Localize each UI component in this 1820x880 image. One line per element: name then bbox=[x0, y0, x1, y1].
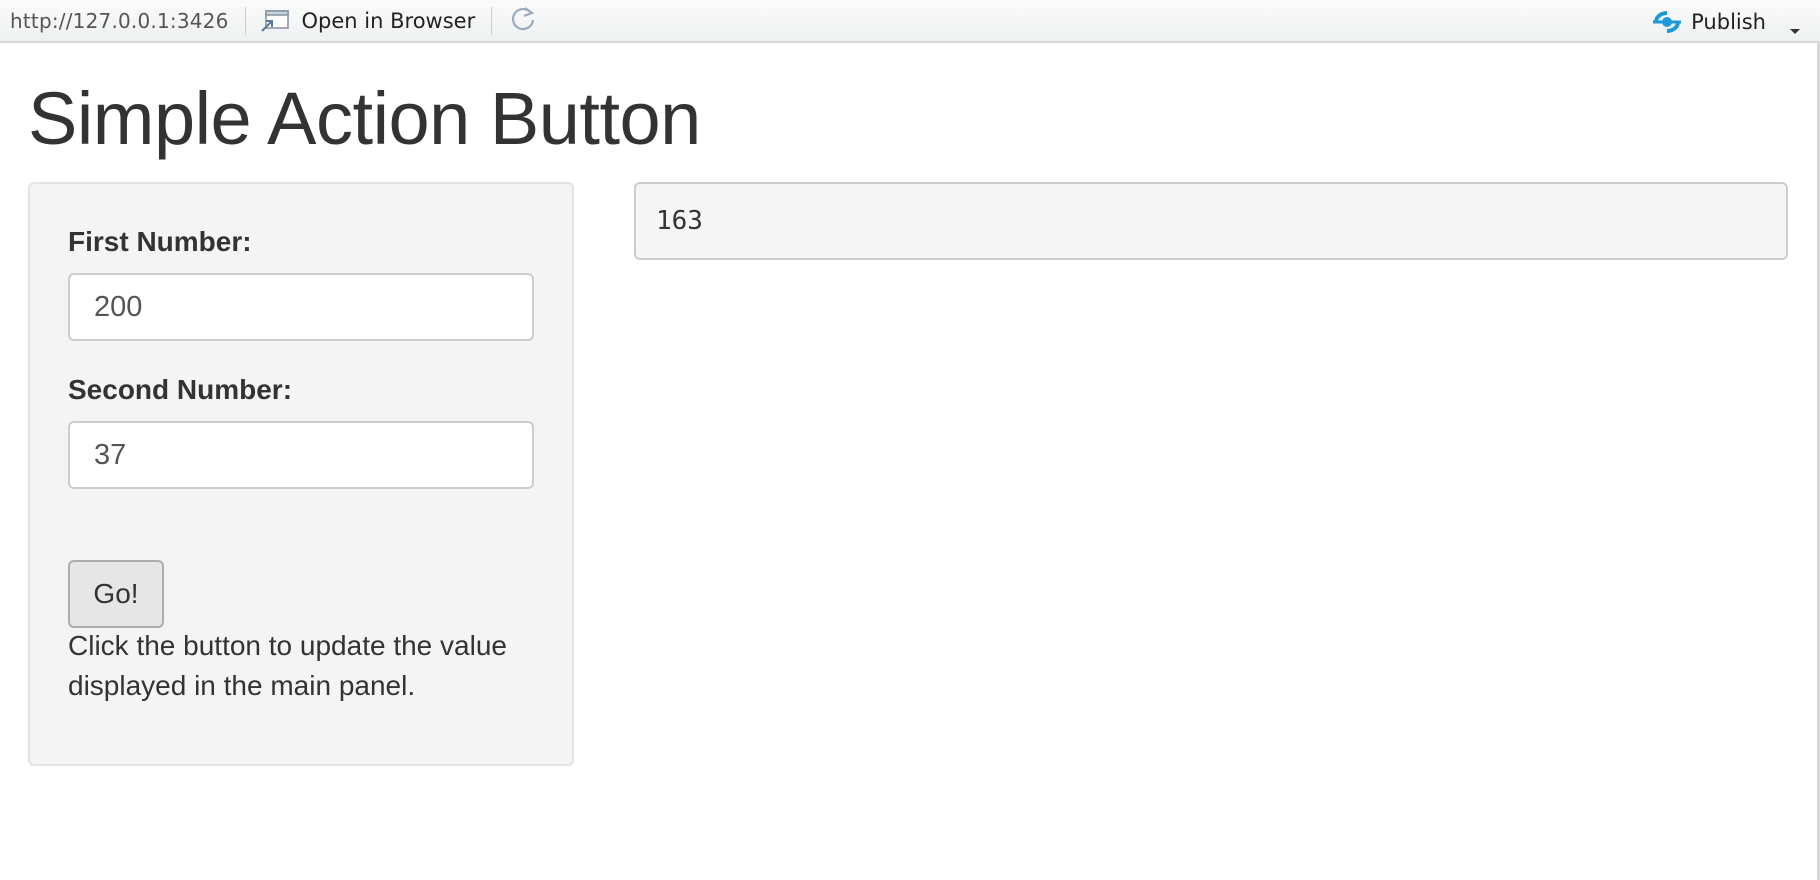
publish-icon bbox=[1651, 8, 1683, 36]
go-button[interactable]: Go! bbox=[68, 560, 164, 628]
second-number-label: Second Number: bbox=[68, 374, 293, 405]
publish-label: Publish bbox=[1691, 9, 1766, 34]
toolbar-divider bbox=[244, 6, 246, 35]
publish-button[interactable]: Publish bbox=[1651, 0, 1802, 43]
url-display: http://127.0.0.1:3426 bbox=[10, 8, 229, 33]
first-number-label: First Number: bbox=[68, 226, 252, 257]
open-browser-icon bbox=[260, 9, 290, 33]
output-value: 163 bbox=[656, 206, 703, 236]
first-number-input[interactable] bbox=[68, 273, 534, 341]
second-number-input[interactable] bbox=[68, 421, 534, 489]
open-in-browser-button[interactable]: Open in Browser bbox=[260, 8, 476, 33]
viewer-toolbar: http://127.0.0.1:3426 Open in Browser Pu… bbox=[0, 0, 1820, 43]
page-title: Simple Action Button bbox=[28, 77, 701, 160]
refresh-button[interactable] bbox=[506, 4, 540, 38]
toolbar-divider bbox=[491, 6, 493, 35]
output-value-box: 163 bbox=[634, 182, 1788, 260]
refresh-icon bbox=[508, 4, 538, 38]
help-text: Click the button to update the value dis… bbox=[68, 630, 507, 701]
sidebar-panel: First Number: Second Number: Go! Click t… bbox=[28, 182, 574, 766]
chevron-down-icon[interactable] bbox=[1788, 17, 1802, 34]
open-in-browser-label: Open in Browser bbox=[301, 8, 476, 33]
